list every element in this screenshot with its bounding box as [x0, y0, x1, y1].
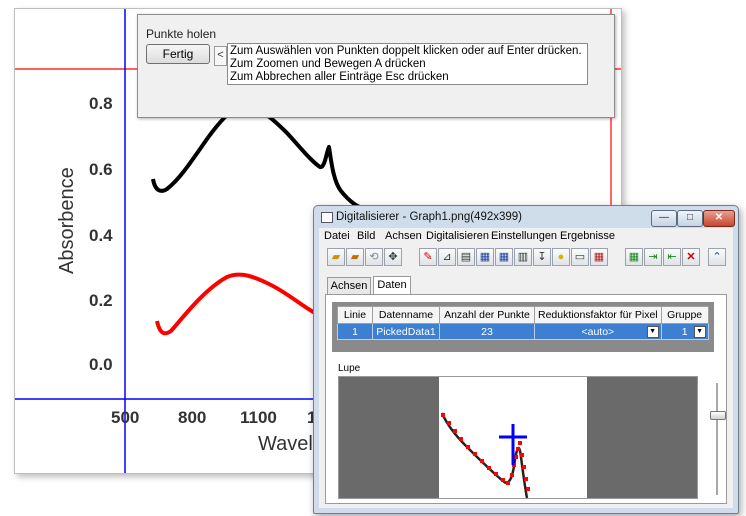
pick-point-icon[interactable]: ✎ [419, 248, 437, 266]
zoom-slider[interactable] [710, 383, 726, 495]
menu-digitalisieren[interactable]: Digitalisieren [426, 230, 489, 242]
xtick-label: 1100 [240, 408, 277, 427]
instruction-line: Zum Auswählen von Punkten doppelt klicke… [230, 45, 582, 57]
ytick-label: 0.0 [89, 355, 113, 374]
table-icon[interactable]: ▦ [590, 248, 608, 266]
grid2-icon[interactable]: ▦ [476, 248, 494, 266]
gruppe-value: 1 [681, 325, 688, 338]
y-axis-label: Absorbence [56, 167, 78, 274]
grid4-icon[interactable]: ▥ [514, 248, 532, 266]
magnifier-canvas [440, 412, 530, 498]
instruction-line: Zum Abbrechen aller Einträge Esc drücken [230, 71, 449, 83]
open-image-icon[interactable]: ▰ [346, 248, 364, 266]
page-icon[interactable]: ▭ [571, 248, 589, 266]
yellow-circle-icon[interactable]: ● [552, 248, 570, 266]
cell-datenname[interactable]: PickedData1 [372, 323, 440, 340]
collapse-icon[interactable]: ⌃ [708, 248, 726, 266]
close-button[interactable]: ✕ [703, 210, 735, 227]
chevron-down-icon[interactable]: ▼ [646, 326, 659, 338]
cell-gruppe[interactable]: 1 ▼ [660, 323, 709, 340]
data-table: Linie Datenname Anzahl der Punkte Redukt… [337, 306, 709, 340]
cell-reduktion[interactable]: <auto> ▼ [534, 323, 662, 340]
menu-bar: Datei Bild Achsen Digitalisieren Einstel… [319, 228, 733, 244]
xtick-label: 800 [178, 408, 206, 427]
tab-achsen-1[interactable]: Achsen 1 [327, 277, 371, 308]
grid-icon[interactable]: ▤ [457, 248, 475, 266]
column-header-datenname[interactable]: Datenname [372, 306, 440, 324]
move-icon[interactable]: ✥ [384, 248, 402, 266]
done-button[interactable]: Fertig [146, 44, 210, 64]
rotate-icon[interactable]: ⟲ [365, 248, 383, 266]
digitizer-client-area: Datei Bild Achsen Digitalisieren Einstel… [319, 228, 733, 508]
menu-einstellungen[interactable]: Einstellungen [491, 230, 557, 242]
cell-linie[interactable]: 1 [337, 323, 373, 340]
menu-bild[interactable]: Bild [357, 230, 375, 242]
menu-ergebnisse[interactable]: Ergebnisse [560, 230, 615, 242]
instruction-line: Zum Zoomen und Bewegen A drücken [230, 58, 426, 70]
menu-achsen[interactable]: Achsen [385, 230, 422, 242]
tab-daten[interactable]: Daten [373, 276, 411, 295]
table-row[interactable]: 1 PickedData1 23 <auto> ▼ 1 ▼ [337, 323, 709, 340]
red-series-line [155, 272, 316, 336]
import-icon[interactable]: ⇥ [644, 248, 662, 266]
digitizer-window: Digitalisierer - Graph1.png(492x399) — □… [313, 205, 739, 514]
tab-strip: Achsen 1 Daten [327, 276, 727, 308]
open-folder-icon[interactable]: ▰ [327, 248, 345, 266]
edit-icon[interactable]: ↧ [533, 248, 551, 266]
add-column-icon[interactable]: ▦ [625, 248, 643, 266]
lupe-label: Lupe [338, 363, 361, 374]
slider-thumb[interactable] [710, 411, 726, 420]
digitizer-titlebar[interactable]: Digitalisierer - Graph1.png(492x399) — □… [314, 206, 738, 228]
export-icon[interactable]: ⇤ [663, 248, 681, 266]
app-window-icon [321, 212, 333, 223]
column-header-reduktion[interactable]: Reduktionsfaktor für Pixel [534, 306, 662, 324]
reduktion-value: <auto> [581, 325, 615, 338]
crosshair-cursor [499, 424, 527, 465]
black-series-line [151, 103, 366, 211]
column-header-anzahl[interactable]: Anzahl der Punkte [439, 306, 535, 324]
pick-points-title: Punkte holen [146, 27, 217, 41]
column-header-linie[interactable]: Linie [337, 306, 373, 324]
minimize-button[interactable]: — [651, 210, 677, 227]
instructions-box: Zum Auswählen von Punkten doppelt klicke… [227, 43, 588, 85]
window-title: Digitalisierer - Graph1.png(492x399) [336, 211, 523, 223]
column-header-gruppe[interactable]: Gruppe [660, 306, 709, 324]
daten-tab-panel: Linie Datenname Anzahl der Punkte Redukt… [325, 294, 727, 504]
collapse-button[interactable]: < [214, 46, 227, 66]
menu-datei[interactable]: Datei [324, 230, 350, 242]
ytick-label: 0.6 [89, 160, 113, 179]
magnifier-view[interactable] [338, 376, 698, 499]
maximize-button[interactable]: □ [677, 210, 703, 227]
ytick-label: 0.4 [89, 226, 113, 245]
toolbar: ▰ ▰ ⟲ ✥ ✎ ⊿ ▤ ▦ ▦ ▥ ↧ ● ▭ ▦ ▦ ⇥ ⇤ ✕ ⌃ [319, 248, 733, 272]
grid3-icon[interactable]: ▦ [495, 248, 513, 266]
ytick-label: 0.2 [89, 291, 113, 310]
cell-anzahl[interactable]: 23 [439, 323, 535, 340]
pick-points-panel: Punkte holen Fertig < Zum Auswählen von … [137, 14, 615, 118]
xtick-label: 500 [111, 408, 139, 427]
data-table-area: Linie Datenname Anzahl der Punkte Redukt… [332, 302, 714, 352]
ytick-label: 0.8 [89, 94, 113, 113]
chevron-down-icon[interactable]: ▼ [693, 326, 706, 338]
delete-icon[interactable]: ✕ [682, 248, 700, 266]
axis-icon[interactable]: ⊿ [438, 248, 456, 266]
slider-track [716, 383, 718, 495]
